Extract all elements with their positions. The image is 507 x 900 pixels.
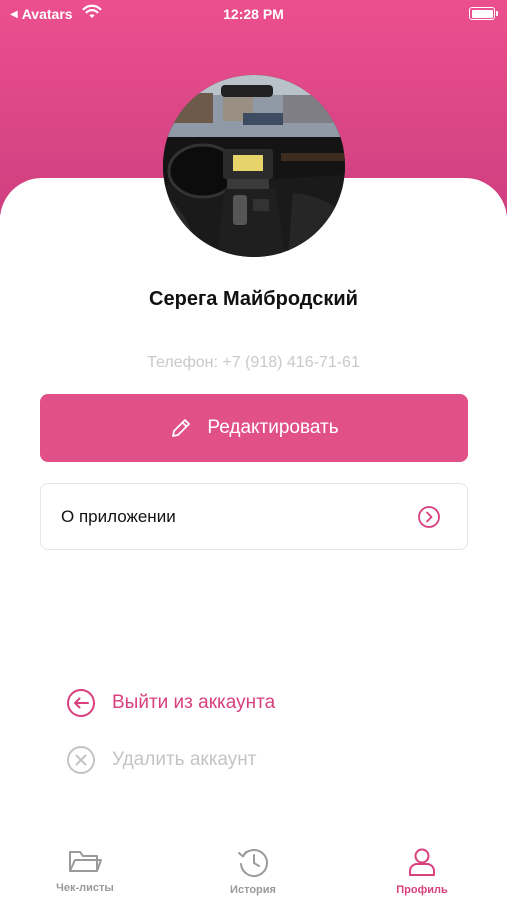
tab-profile-label: Профиль (396, 884, 448, 896)
edit-profile-button[interactable]: Редактировать (40, 394, 468, 462)
status-bar: ◀ Avatars 12:28 PM (0, 0, 507, 28)
battery-icon (469, 7, 498, 20)
tab-profile[interactable]: Профиль (362, 846, 482, 896)
delete-account-label: Удалить аккаунт (112, 749, 257, 770)
delete-icon (67, 746, 95, 774)
user-name: Серега Майбродский (149, 288, 358, 310)
tab-history[interactable]: История (193, 846, 313, 896)
history-icon (238, 849, 268, 877)
profile-icon (409, 848, 435, 876)
logout-label: Выйти из аккаунта (112, 692, 276, 713)
tab-checklists[interactable]: Чек-листы (25, 846, 145, 894)
avatar-photo (163, 75, 345, 257)
folder-icon (69, 851, 102, 872)
chevron-right-circle-icon (418, 505, 440, 528)
status-time: 12:28 PM (223, 6, 284, 22)
about-app-row[interactable]: О приложении (40, 483, 468, 550)
edit-profile-label: Редактировать (207, 417, 339, 438)
pencil-icon (172, 419, 191, 437)
tab-bar: Чек-листы История Профиль (0, 840, 507, 900)
avatar[interactable] (163, 75, 345, 257)
tab-checklists-label: Чек-листы (56, 882, 114, 894)
delete-account-button[interactable]: Удалить аккаунт (66, 745, 256, 775)
user-phone: Телефон: +7 (918) 416-71-61 (147, 354, 360, 371)
about-app-label: О приложении (61, 506, 176, 526)
logout-icon (67, 689, 95, 717)
logout-button[interactable]: Выйти из аккаунта (66, 688, 275, 718)
tab-history-label: История (230, 884, 276, 896)
